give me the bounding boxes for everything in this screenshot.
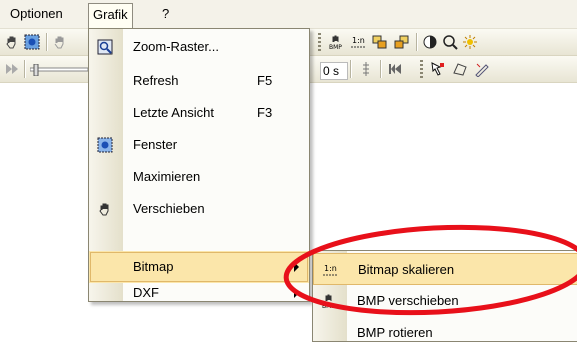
menu-bar: Optionen Grafik ?	[0, 0, 577, 29]
menu-item-label: Bitmap skalieren	[358, 262, 455, 277]
menu-item-bitmap[interactable]: Bitmap	[89, 251, 309, 283]
toolbar-grip	[318, 33, 321, 51]
menu-item-label: Refresh	[133, 73, 179, 88]
menu-optionen-label: Optionen	[10, 6, 63, 21]
rewind-icon[interactable]	[388, 61, 404, 77]
toolbar-separator	[416, 33, 418, 51]
menu-item-label: DXF	[133, 285, 159, 300]
scale-1to1-icon[interactable]: 1:n	[350, 34, 366, 50]
contrast-icon[interactable]	[422, 34, 438, 50]
zoom-out-icon[interactable]	[442, 34, 458, 50]
menu-grafik[interactable]: Grafik	[88, 3, 133, 29]
menu-item-refresh[interactable]: Refresh F5	[89, 65, 309, 97]
highlight-frame	[90, 252, 308, 282]
step-icon[interactable]	[358, 61, 374, 77]
window-zoom-icon[interactable]	[24, 34, 40, 50]
menu-item-label: Maximieren	[133, 169, 201, 184]
cursor-measure-icon[interactable]	[430, 61, 446, 77]
menu-item-zoom-raster[interactable]: Zoom-Raster...	[89, 31, 309, 63]
menu-help[interactable]: ?	[158, 5, 173, 23]
toolbar-separator	[46, 33, 48, 51]
menu-optionen[interactable]: Optionen	[6, 5, 67, 23]
menu-item-label: Bitmap	[133, 259, 174, 274]
layers-icon[interactable]	[372, 34, 388, 50]
toolbar-grip	[420, 60, 423, 78]
menu-grafik-label: Grafik	[93, 7, 128, 22]
time-value-field[interactable]: 0 s	[320, 62, 348, 80]
scale-1to1-icon: 1:n	[323, 264, 337, 276]
menu-item-label: BMP rotieren	[357, 325, 433, 340]
menu-help-label: ?	[162, 6, 170, 21]
submenu-item-bitmap-skalieren[interactable]: 1:n Bitmap skalieren	[313, 253, 577, 285]
menu-item-label: Letzte Ansicht	[133, 105, 214, 120]
edit-marker-icon[interactable]	[474, 61, 490, 77]
menu-item-shortcut: F5	[257, 73, 273, 88]
menu-item-fenster[interactable]: Fenster	[89, 129, 309, 161]
toolbar-separator	[380, 60, 382, 78]
grafik-menu: Zoom-Raster... Refresh F5 Letzte Ansicht…	[88, 28, 310, 302]
bmp-move-icon: BMP	[322, 294, 335, 309]
play-icon[interactable]	[4, 61, 20, 77]
polygon-icon[interactable]	[452, 61, 468, 77]
svg-text:1:n: 1:n	[324, 264, 337, 273]
toolbar-separator	[24, 60, 26, 78]
hand-gray-icon[interactable]	[52, 34, 68, 50]
sun-icon[interactable]	[462, 34, 478, 50]
submenu-item-bmp-rotieren[interactable]: BMP rotieren	[313, 317, 577, 349]
toolbar-separator	[350, 60, 352, 78]
menu-item-dxf[interactable]: DXF	[89, 283, 309, 301]
layers-alt-icon[interactable]	[394, 34, 410, 50]
menu-item-letzte-ansicht[interactable]: Letzte Ansicht F3	[89, 97, 309, 129]
time-value-text: 0 s	[323, 64, 340, 78]
svg-text:BMP: BMP	[322, 303, 335, 309]
submenu-arrow-icon	[294, 288, 299, 298]
menu-item-label: Zoom-Raster...	[133, 39, 219, 54]
time-slider[interactable]	[30, 64, 88, 76]
hand-pan-icon[interactable]	[4, 34, 20, 50]
submenu-arrow-icon	[294, 262, 299, 272]
menu-item-verschieben[interactable]: Verschieben	[89, 193, 309, 225]
zoom-grid-icon	[97, 39, 113, 55]
bitmap-submenu: 1:n Bitmap skalieren BMP BMP verschieben…	[312, 250, 577, 342]
bmp-move-icon[interactable]: BMP	[328, 34, 344, 50]
svg-text:BMP: BMP	[329, 44, 342, 50]
svg-text:1:n: 1:n	[352, 36, 365, 45]
menu-item-label: Verschieben	[133, 201, 205, 216]
menu-item-label: BMP verschieben	[357, 293, 459, 308]
hand-pan-icon	[99, 203, 109, 216]
menu-item-label: Fenster	[133, 137, 178, 152]
submenu-item-bmp-verschieben[interactable]: BMP BMP verschieben	[313, 285, 577, 317]
window-zoom-icon	[97, 137, 113, 153]
menu-item-shortcut: F3	[257, 105, 273, 120]
menu-item-maximieren[interactable]: Maximieren	[89, 161, 309, 193]
